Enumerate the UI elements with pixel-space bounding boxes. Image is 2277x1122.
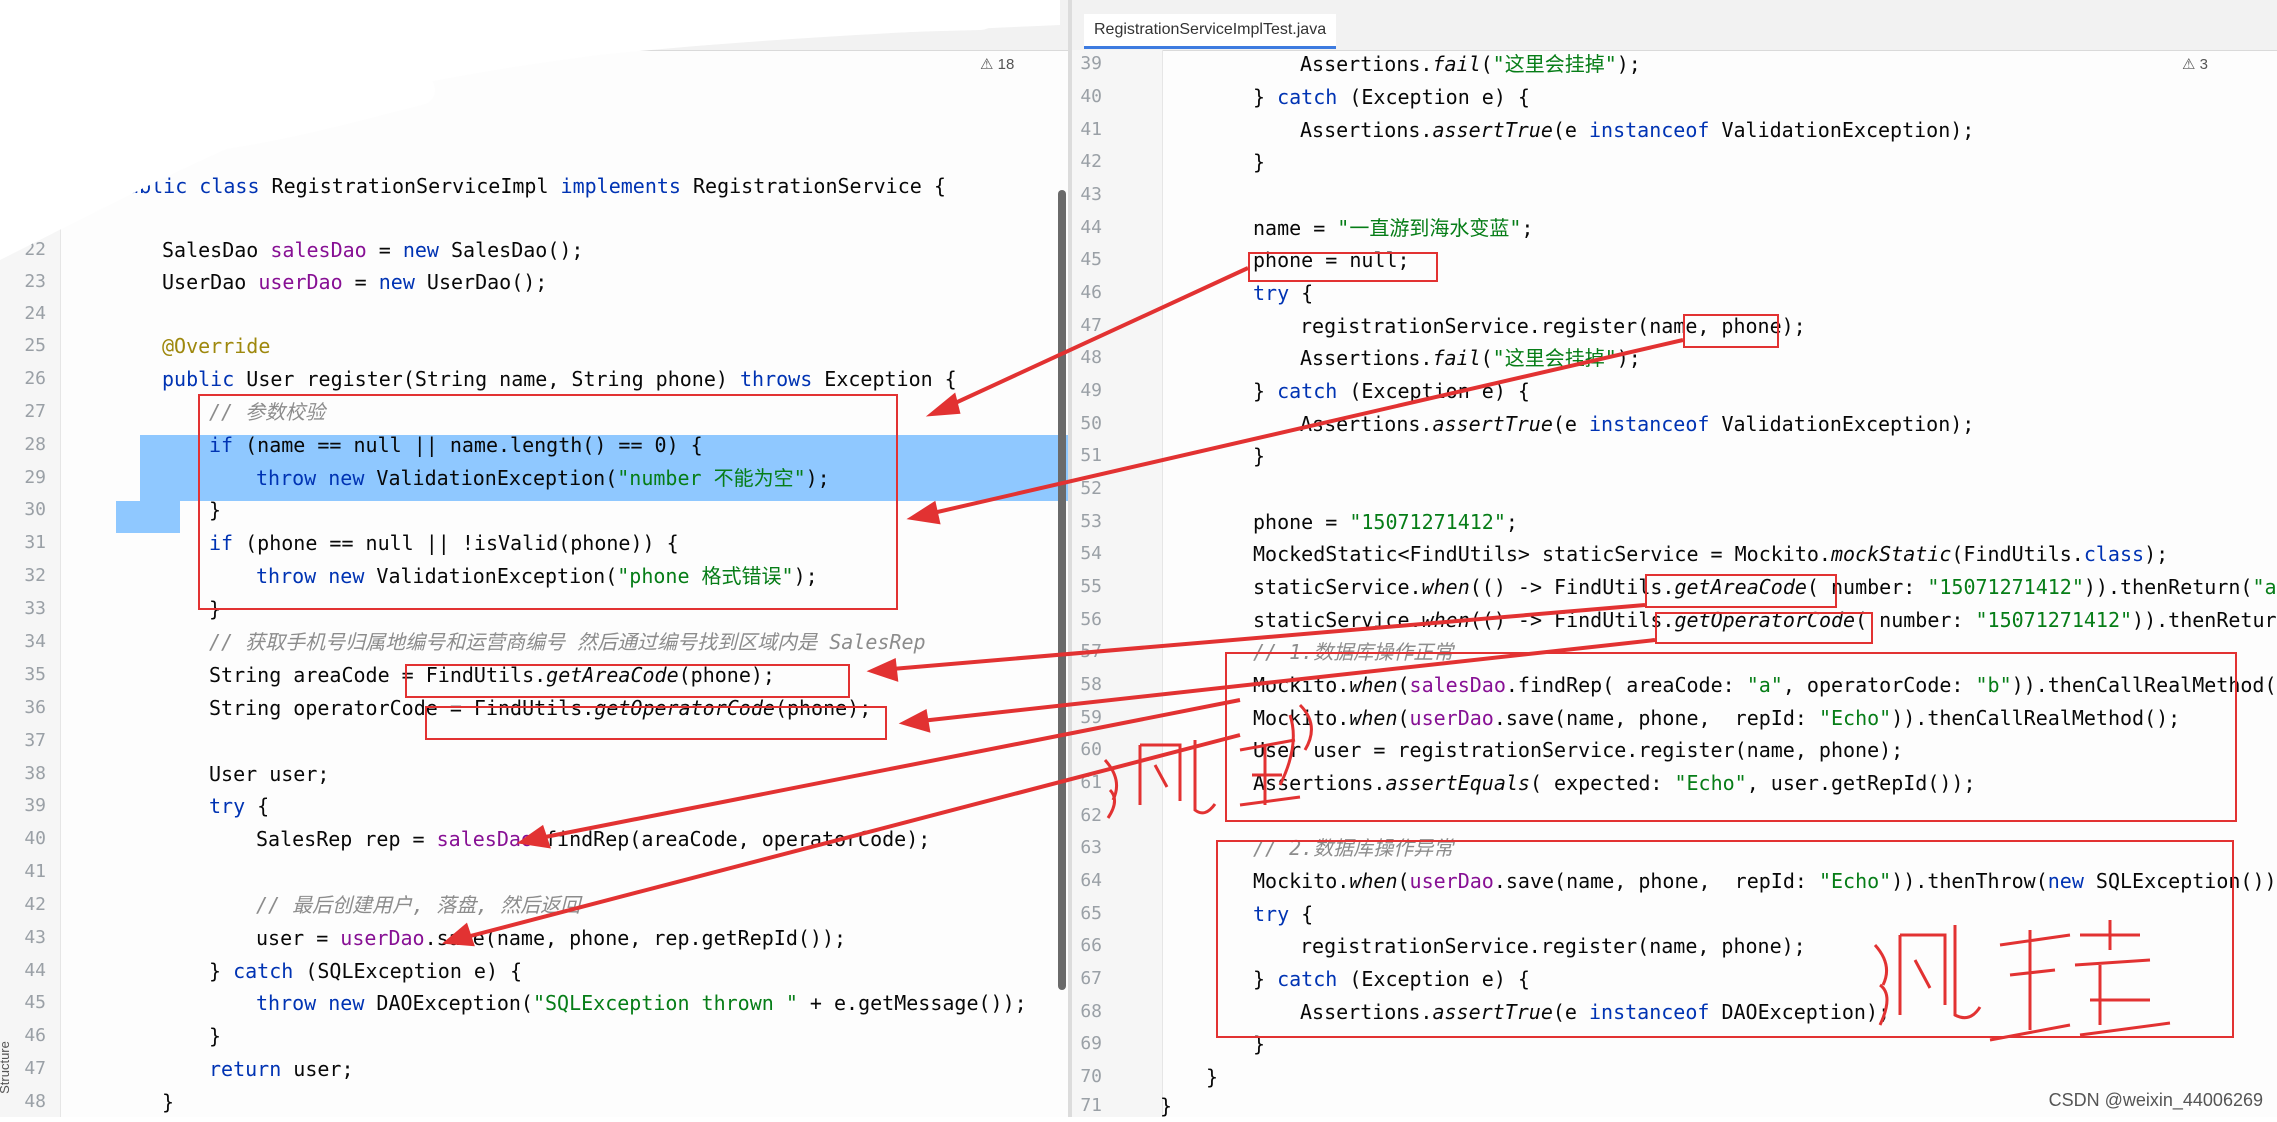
arrow-operatorcode bbox=[911, 638, 1656, 724]
arrow-phone-null bbox=[939, 266, 1249, 412]
arrow-save bbox=[454, 733, 1241, 942]
arrow-areacode bbox=[879, 603, 1646, 672]
annotation-overlay bbox=[0, 0, 2171, 1042]
csdn-watermark: CSDN @weixin_44006269 bbox=[2048, 1090, 2263, 1110]
arrow-findrep bbox=[529, 698, 1241, 842]
handwriting-exception-strokes bbox=[1873, 920, 2171, 1042]
